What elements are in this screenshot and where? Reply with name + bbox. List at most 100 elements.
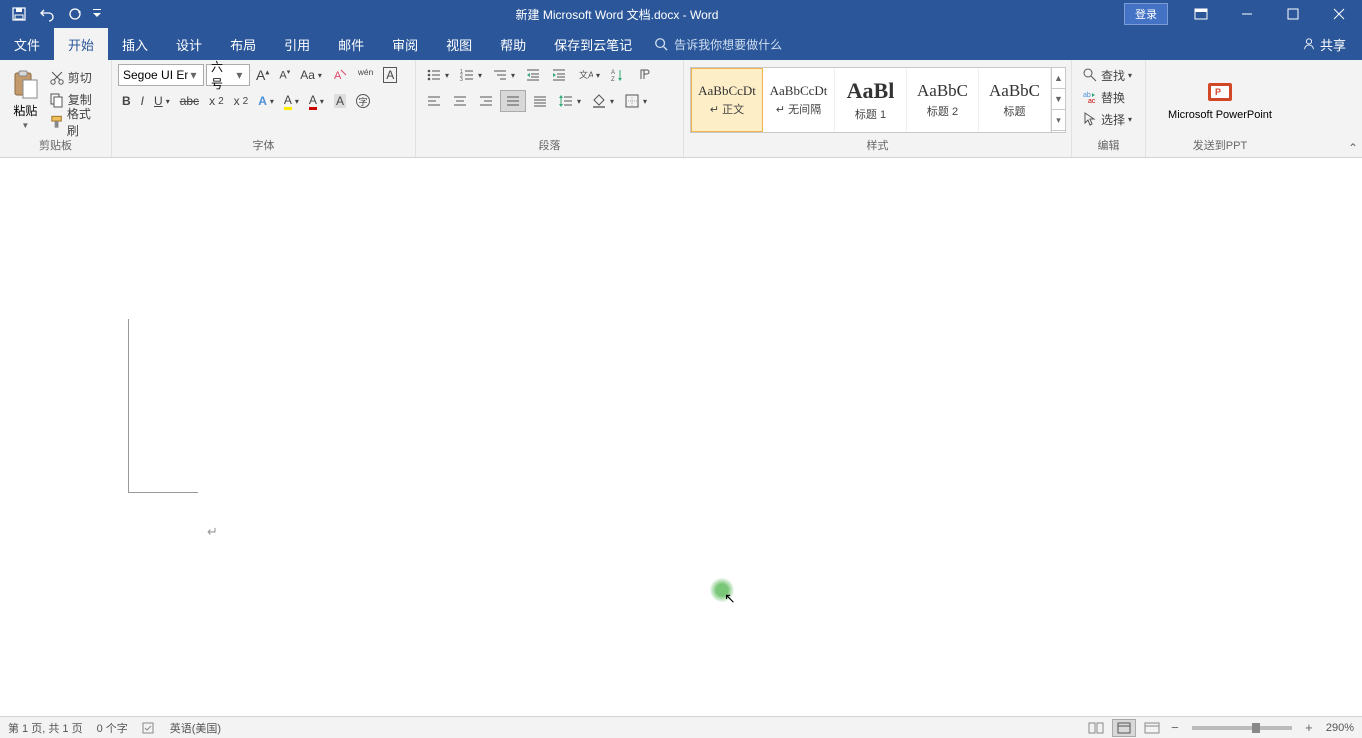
align-center-button[interactable]: [448, 90, 472, 112]
spell-check-icon[interactable]: [142, 722, 156, 734]
ribbon-display-options[interactable]: [1178, 0, 1224, 28]
find-button[interactable]: 查找▾: [1078, 64, 1136, 86]
zoom-in-button[interactable]: +: [1302, 720, 1316, 735]
paste-label: 粘贴: [13, 102, 37, 119]
text-effects-button[interactable]: A▾: [254, 90, 278, 112]
bullets-button[interactable]: ▾: [422, 64, 453, 86]
chevron-down-icon[interactable]: ▾: [188, 68, 199, 82]
qat-customize[interactable]: [90, 2, 104, 26]
cut-button[interactable]: 剪切: [45, 67, 105, 89]
language-status[interactable]: 英语(美国): [170, 720, 221, 736]
zoom-thumb[interactable]: [1252, 723, 1260, 733]
save-button[interactable]: [6, 2, 32, 26]
phonetic-guide-button[interactable]: wén: [354, 64, 377, 86]
style-normal[interactable]: AaBbCcDt↵ 正文: [691, 68, 763, 132]
bold-button[interactable]: B: [118, 90, 135, 112]
tell-me-search[interactable]: 告诉我你想要做什么: [654, 28, 782, 60]
style-heading2[interactable]: AaBbC标题 2: [907, 68, 979, 132]
close-button[interactable]: [1316, 0, 1362, 28]
maximize-button[interactable]: [1270, 0, 1316, 28]
multilevel-list-button[interactable]: ▾: [488, 64, 519, 86]
format-painter-button[interactable]: 格式刷: [45, 111, 105, 133]
strikethrough-button[interactable]: abc: [176, 90, 203, 112]
login-button[interactable]: 登录: [1124, 3, 1168, 25]
chevron-down-icon[interactable]: ▾: [234, 68, 245, 82]
borders-button[interactable]: ▾: [620, 90, 651, 112]
distributed-button[interactable]: [528, 90, 552, 112]
page-status[interactable]: 第 1 页, 共 1 页: [8, 720, 83, 736]
shading-button[interactable]: ▾: [587, 90, 618, 112]
tab-design[interactable]: 设计: [162, 28, 216, 60]
collapse-ribbon-button[interactable]: ⌃: [1348, 141, 1358, 155]
italic-button[interactable]: I: [137, 90, 148, 112]
select-button[interactable]: 选择▾: [1078, 108, 1136, 130]
word-count[interactable]: 0 个字: [97, 720, 128, 736]
svg-text:Z: Z: [611, 77, 615, 83]
tab-file[interactable]: 文件: [0, 28, 54, 60]
paragraph-mark: ↵: [207, 524, 218, 540]
superscript-button[interactable]: x2: [230, 90, 253, 112]
align-left-button[interactable]: [422, 90, 446, 112]
character-shading-button[interactable]: A: [330, 90, 350, 112]
line-spacing-button[interactable]: ▾: [554, 90, 585, 112]
minimize-button[interactable]: [1224, 0, 1270, 28]
ppt-label: Microsoft PowerPoint: [1168, 109, 1272, 121]
style-title[interactable]: AaBbC标题: [979, 68, 1051, 132]
font-color-button[interactable]: A▾: [305, 90, 328, 112]
inserted-shape[interactable]: [128, 319, 198, 493]
justify-button[interactable]: [500, 90, 526, 112]
shrink-font-button[interactable]: A▾: [275, 64, 294, 86]
show-marks-button[interactable]: [632, 64, 656, 86]
read-mode-button[interactable]: [1084, 719, 1108, 737]
zoom-slider[interactable]: [1192, 726, 1292, 730]
chevron-down-icon: ▼: [21, 121, 29, 130]
gallery-up[interactable]: ▲: [1052, 68, 1065, 89]
increase-indent-button[interactable]: [547, 64, 571, 86]
share-button[interactable]: 共享: [1302, 28, 1362, 60]
gallery-more[interactable]: ▾: [1052, 110, 1065, 131]
tell-me-placeholder: 告诉我你想要做什么: [674, 36, 782, 53]
tab-review[interactable]: 审阅: [378, 28, 432, 60]
page[interactable]: ↵ ↖: [0, 158, 1330, 716]
font-size-combo[interactable]: 六号▾: [206, 64, 250, 86]
svg-text:P: P: [1215, 87, 1221, 97]
character-border-button[interactable]: A: [379, 64, 401, 86]
change-case-button[interactable]: Aa▾: [296, 64, 326, 86]
replace-button[interactable]: abac替换: [1078, 86, 1129, 108]
print-layout-button[interactable]: [1112, 719, 1136, 737]
undo-button[interactable]: [34, 2, 60, 26]
tab-home[interactable]: 开始: [54, 28, 108, 60]
web-layout-button[interactable]: [1140, 719, 1164, 737]
send-to-ppt-button[interactable]: P Microsoft PowerPoint: [1162, 77, 1278, 123]
underline-button[interactable]: U▾: [150, 90, 174, 112]
zoom-level[interactable]: 290%: [1326, 722, 1354, 734]
tab-references[interactable]: 引用: [270, 28, 324, 60]
tab-layout[interactable]: 布局: [216, 28, 270, 60]
highlight-button[interactable]: A▾: [280, 90, 303, 112]
svg-text:文A: 文A: [579, 69, 593, 80]
decrease-indent-button[interactable]: [521, 64, 545, 86]
align-right-button[interactable]: [474, 90, 498, 112]
font-name-combo[interactable]: Segoe UI Em▾: [118, 64, 204, 86]
asian-layout-button[interactable]: 文A▾: [573, 64, 604, 86]
tab-insert[interactable]: 插入: [108, 28, 162, 60]
enclose-characters-button[interactable]: 字: [352, 90, 374, 112]
tab-mail[interactable]: 邮件: [324, 28, 378, 60]
sort-button[interactable]: AZ: [606, 64, 630, 86]
tab-help[interactable]: 帮助: [486, 28, 540, 60]
grow-font-button[interactable]: A▴: [252, 64, 273, 86]
share-label: 共享: [1320, 35, 1346, 54]
subscript-button[interactable]: x2: [205, 90, 228, 112]
gallery-down[interactable]: ▼: [1052, 89, 1065, 110]
style-heading1[interactable]: AaBl标题 1: [835, 68, 907, 132]
zoom-out-button[interactable]: −: [1168, 720, 1182, 735]
redo-button[interactable]: [62, 2, 88, 26]
style-nospacing[interactable]: AaBbCcDt↵ 无间隔: [763, 68, 835, 132]
tab-cloud[interactable]: 保存到云笔记: [540, 28, 646, 60]
paste-button[interactable]: 粘贴 ▼: [6, 68, 45, 132]
numbering-button[interactable]: 123▾: [455, 64, 486, 86]
clear-formatting-button[interactable]: A: [328, 64, 352, 86]
document-area[interactable]: ↵ ↖: [0, 158, 1362, 716]
tab-view[interactable]: 视图: [432, 28, 486, 60]
styles-gallery[interactable]: AaBbCcDt↵ 正文 AaBbCcDt↵ 无间隔 AaBl标题 1 AaBb…: [690, 67, 1066, 133]
